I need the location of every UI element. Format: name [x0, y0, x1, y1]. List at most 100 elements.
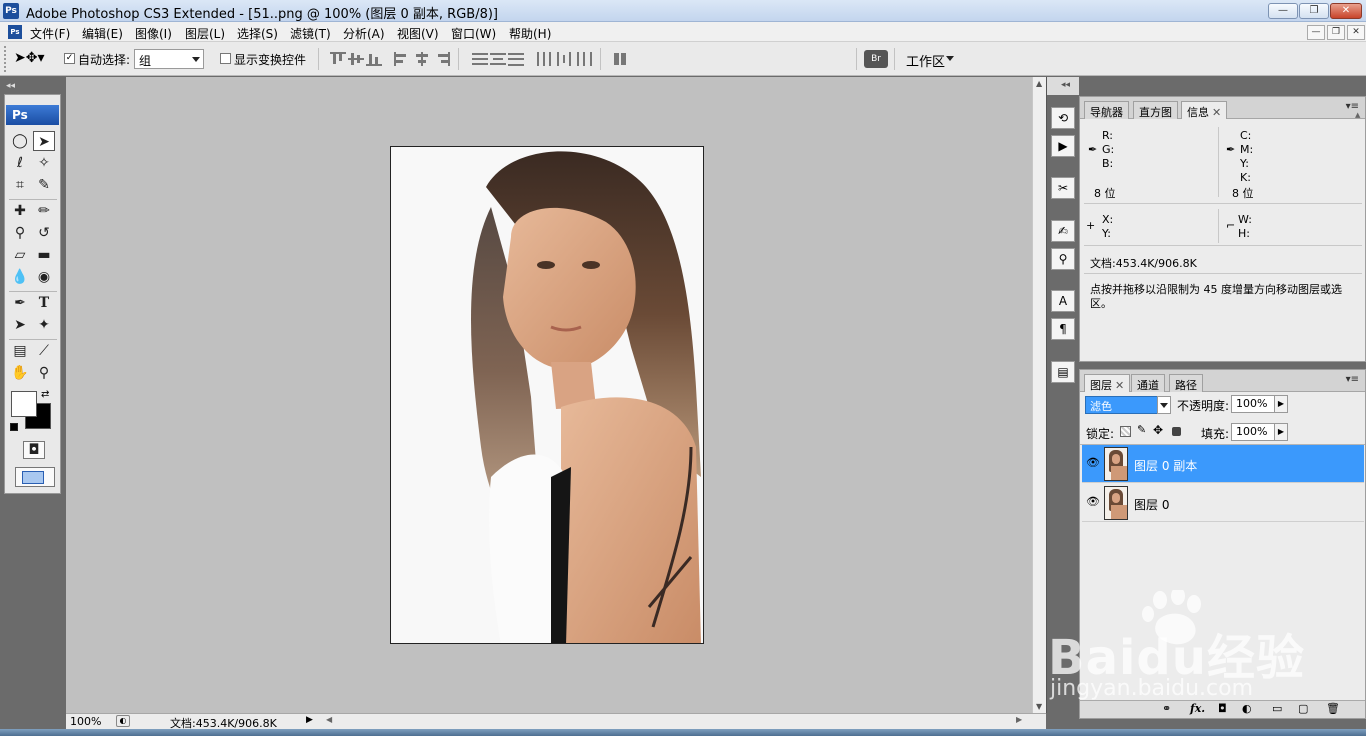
swap-colors-icon[interactable]: ⇄	[41, 389, 49, 400]
distribute-vcenter-icon[interactable]	[490, 52, 506, 66]
screen-mode-icon[interactable]	[15, 467, 55, 487]
custom-shape-tool-icon[interactable]: ✦	[33, 315, 55, 335]
link-layers-icon[interactable]: ⚭	[1162, 702, 1171, 715]
doc-minimize-button[interactable]: —	[1307, 25, 1325, 40]
tab-layers[interactable]: 图层 ✕	[1084, 374, 1131, 392]
opacity-input[interactable]: 100%	[1231, 395, 1275, 413]
clone-stamp-tool-icon[interactable]: ⚲	[9, 223, 31, 243]
tab-info[interactable]: 信息 ✕	[1181, 101, 1228, 119]
default-colors-icon[interactable]	[10, 423, 18, 431]
crop-tool-icon[interactable]: ⌗	[9, 175, 31, 195]
actions-panel-icon[interactable]: ▶	[1051, 135, 1075, 157]
workspace-menu[interactable]: 工作区	[906, 51, 945, 70]
clone-source-icon[interactable]: ⚲	[1051, 248, 1075, 270]
layer-row-base[interactable]: 👁 图层 0	[1082, 484, 1364, 522]
vertical-scrollbar[interactable]: ▲ ▼	[1032, 77, 1046, 713]
close-icon[interactable]: ✕	[1212, 106, 1221, 119]
eraser-tool-icon[interactable]: ▱	[9, 245, 31, 265]
lock-paint-icon[interactable]: ✎	[1137, 423, 1146, 436]
menu-file[interactable]: 文件(F)	[30, 25, 70, 42]
lasso-tool-icon[interactable]: ℓ	[9, 153, 31, 173]
menu-view[interactable]: 视图(V)	[397, 25, 439, 42]
align-left-icon[interactable]	[394, 52, 410, 66]
lock-transparency-icon[interactable]	[1120, 426, 1131, 437]
fill-slider-arrow-icon[interactable]: ▶	[1274, 423, 1288, 441]
tool-presets-icon[interactable]: ✂	[1051, 177, 1075, 199]
eyedropper-icon[interactable]: ✒	[1088, 143, 1097, 156]
layer-name[interactable]: 图层 0	[1134, 496, 1169, 513]
layer-style-button[interactable]: fx.	[1190, 702, 1205, 715]
path-selection-tool-icon[interactable]: ➤	[9, 315, 31, 335]
type-tool-icon[interactable]: T	[33, 293, 55, 313]
auto-select-dropdown[interactable]: 组	[134, 49, 204, 69]
eyedropper-icon[interactable]: ✒	[1226, 143, 1235, 156]
auto-align-layers-icon[interactable]	[612, 52, 628, 66]
collapse-arrows-icon[interactable]: ◂◂	[6, 81, 15, 91]
eye-icon[interactable]: 👁	[1086, 456, 1100, 470]
pen-tool-icon[interactable]: ✒	[9, 293, 31, 313]
new-group-icon[interactable]: ▭	[1272, 702, 1282, 715]
menu-image[interactable]: 图像(I)	[135, 25, 172, 42]
brushes-panel-icon[interactable]: ✍	[1051, 220, 1075, 242]
distribute-left-icon[interactable]	[536, 52, 552, 66]
character-panel-icon[interactable]: A	[1051, 290, 1075, 312]
zoom-tool-icon[interactable]: ⚲	[33, 363, 55, 383]
gradient-tool-icon[interactable]: ▬	[33, 245, 55, 265]
blend-mode-arrow[interactable]	[1157, 396, 1171, 414]
status-menu-arrow-icon[interactable]: ▶	[306, 715, 313, 725]
opacity-slider-arrow-icon[interactable]: ▶	[1274, 395, 1288, 413]
brush-tool-icon[interactable]: ✏	[33, 201, 55, 221]
menu-select[interactable]: 选择(S)	[237, 25, 278, 42]
menu-filter[interactable]: 滤镜(T)	[290, 25, 331, 42]
distribute-bottom-icon[interactable]	[508, 52, 524, 66]
scroll-left-icon[interactable]: ◀	[326, 715, 332, 724]
hand-tool-icon[interactable]: ✋	[9, 363, 31, 383]
healing-brush-tool-icon[interactable]: ✚	[9, 201, 31, 221]
paragraph-panel-icon[interactable]: ¶	[1051, 318, 1075, 340]
align-vcenter-icon[interactable]	[348, 52, 364, 66]
scroll-up-icon[interactable]: ▲	[1036, 79, 1042, 88]
minimize-button[interactable]: —	[1268, 3, 1298, 19]
options-grip[interactable]	[4, 46, 10, 72]
layer-row-copy[interactable]: 👁 图层 0 副本	[1082, 445, 1364, 483]
bridge-icon[interactable]: Br	[864, 50, 888, 68]
menu-analysis[interactable]: 分析(A)	[343, 25, 385, 42]
tab-channels[interactable]: 通道	[1131, 374, 1165, 392]
add-mask-icon[interactable]: ◘	[1218, 702, 1227, 715]
show-transform-checkbox[interactable]	[220, 53, 231, 64]
tab-navigator[interactable]: 导航器	[1084, 101, 1129, 119]
doc-close-button[interactable]: ✕	[1347, 25, 1365, 40]
zoom-preview-icon[interactable]: ◐	[116, 715, 130, 727]
distribute-top-icon[interactable]	[472, 52, 488, 66]
adjustment-layer-icon[interactable]: ◐	[1242, 702, 1252, 715]
history-panel-icon[interactable]: ⟲	[1051, 107, 1075, 129]
eye-icon[interactable]: 👁	[1086, 495, 1100, 509]
delete-layer-icon[interactable]: 🗑	[1326, 702, 1340, 715]
tab-paths[interactable]: 路径	[1169, 374, 1203, 392]
lock-position-icon[interactable]: ✥	[1153, 423, 1163, 437]
magic-wand-tool-icon[interactable]: ✧	[33, 153, 55, 173]
restore-button[interactable]: ❐	[1299, 3, 1329, 19]
doc-restore-button[interactable]: ❐	[1327, 25, 1345, 40]
quick-mask-icon[interactable]: ◘	[23, 441, 45, 459]
blur-tool-icon[interactable]: 💧	[9, 267, 31, 287]
document-canvas[interactable]	[390, 146, 704, 644]
align-right-icon[interactable]	[434, 52, 450, 66]
distribute-hcenter-icon[interactable]	[556, 52, 572, 66]
align-top-icon[interactable]	[330, 52, 346, 66]
menu-help[interactable]: 帮助(H)	[509, 25, 551, 42]
align-hcenter-icon[interactable]	[414, 52, 430, 66]
panel-menu-icon[interactable]: ▾≡	[1346, 374, 1359, 385]
slice-tool-icon[interactable]: ✎	[33, 175, 55, 195]
align-bottom-icon[interactable]	[366, 52, 382, 66]
marquee-tool-icon[interactable]: ◯	[9, 131, 31, 151]
close-icon[interactable]: ✕	[1115, 379, 1124, 392]
lock-all-icon[interactable]	[1172, 427, 1181, 436]
tab-histogram[interactable]: 直方图	[1133, 101, 1178, 119]
move-tool-preset-icon[interactable]: ➤✥▾	[14, 50, 50, 70]
menu-layer[interactable]: 图层(L)	[185, 25, 225, 42]
dodge-tool-icon[interactable]: ◉	[33, 267, 55, 287]
foreground-color-swatch[interactable]	[11, 391, 37, 417]
scroll-up-icon[interactable]: ▲	[1355, 111, 1363, 119]
auto-select-checkbox[interactable]: ✓	[64, 53, 75, 64]
